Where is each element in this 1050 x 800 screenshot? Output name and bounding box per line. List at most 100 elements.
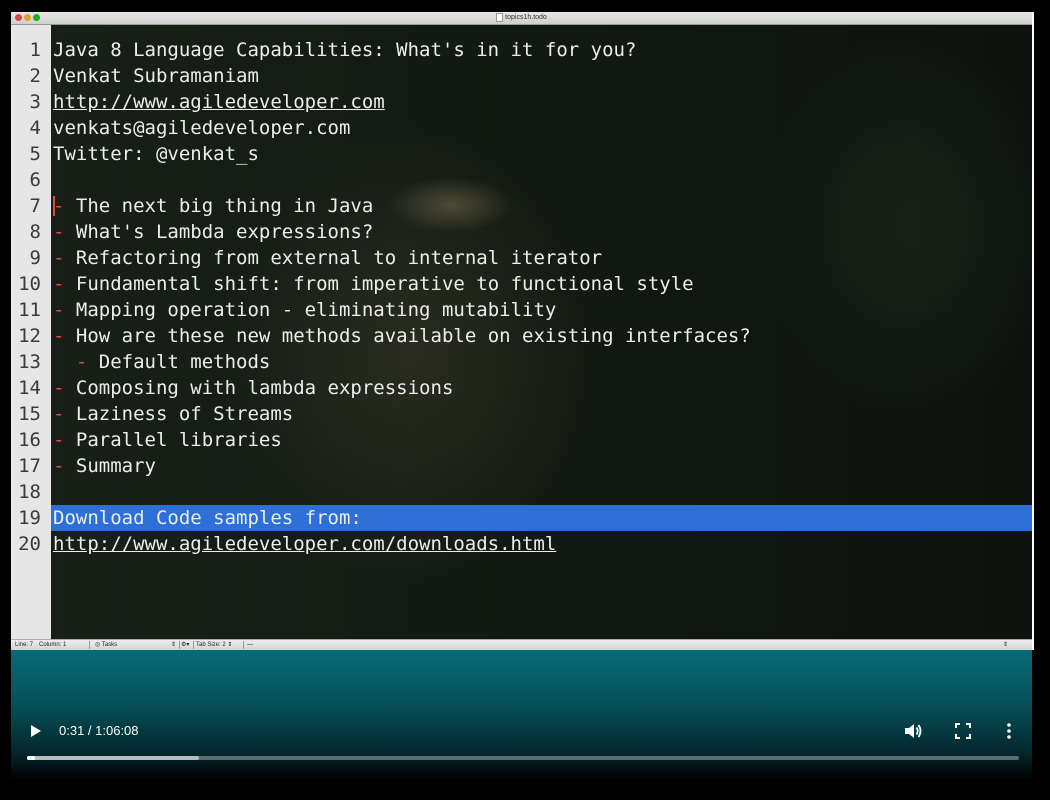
document-icon: [496, 12, 504, 22]
line-content: Fundamental shift: from imperative to fu…: [64, 273, 694, 295]
language-label: Tasks: [101, 642, 118, 648]
line-number: 20: [18, 533, 41, 555]
tab-size-value: 2: [222, 642, 226, 648]
line-number: 11: [18, 299, 41, 321]
editor-line[interactable]: 2 Venkat Subramaniam: [11, 63, 1032, 89]
window-title: topics1h.todo: [11, 12, 1032, 24]
line-content: Java 8 Language Capabilities: What's in …: [53, 39, 637, 61]
line-text: Twitter: @venkat_s: [53, 141, 259, 167]
editor-line[interactable]: 19 Download Code samples from:: [11, 505, 1032, 531]
editor-line[interactable]: 4 venkats@agiledeveloper.com: [11, 115, 1032, 141]
editor-line[interactable]: 13 - Default methods: [11, 349, 1032, 375]
line-number: 17: [18, 455, 41, 477]
line-text: - Composing with lambda expressions: [53, 375, 453, 401]
line-number: 16: [18, 429, 41, 451]
more-options-icon[interactable]: [1005, 722, 1013, 740]
gear-menu-icon[interactable]: ⚙▾: [181, 640, 189, 650]
url-link[interactable]: http://www.agiledeveloper.com: [53, 91, 385, 113]
task-bullet: -: [53, 377, 65, 399]
line-content: Parallel libraries: [64, 429, 282, 451]
editor-line[interactable]: 1 Java 8 Language Capabilities: What's in…: [11, 37, 1032, 63]
player-controls: 0:31 / 1:06:08: [11, 710, 1032, 780]
editor-line[interactable]: 14- Composing with lambda expressions: [11, 375, 1032, 401]
line-text: - Laziness of Streams: [53, 401, 293, 427]
line-content: Summary: [64, 455, 156, 477]
play-icon[interactable]: [31, 725, 41, 737]
line-number: 18: [18, 481, 41, 503]
line-text: Venkat Subramaniam: [53, 63, 259, 89]
line-text: http://www.agiledeveloper.com/downloads.…: [53, 531, 556, 557]
window-title-text: topics1h.todo: [505, 14, 547, 21]
line-content: Laziness of Streams: [64, 403, 294, 425]
language-chevron-icon[interactable]: ⇕: [171, 640, 176, 650]
line-content: Composing with lambda expressions: [64, 377, 454, 399]
editor-line[interactable]: 8- What's Lambda expressions?: [11, 219, 1032, 245]
line-number: 6: [29, 169, 41, 191]
line-number: 2: [29, 65, 41, 87]
editor-line[interactable]: 10- Fundamental shift: from imperative t…: [11, 271, 1032, 297]
language-selector[interactable]: ◎ Tasks: [95, 640, 117, 650]
text-cursor: [53, 196, 55, 216]
line-number: 9: [29, 247, 41, 269]
task-bullet: -: [53, 325, 65, 347]
line-text: - How are these new methods available on…: [53, 323, 751, 349]
line-content: What's Lambda expressions?: [64, 221, 374, 243]
time-display: 0:31 / 1:06:08: [59, 723, 139, 738]
fullscreen-icon[interactable]: [955, 723, 971, 739]
line-content: venkats@agiledeveloper.com: [53, 117, 351, 139]
editor-line[interactable]: 15- Laziness of Streams: [11, 401, 1032, 427]
task-bullet: -: [53, 429, 65, 451]
editor-line[interactable]: 11 - Mapping operation - eliminating muta…: [11, 297, 1032, 323]
editor-line[interactable]: 7 - The next big thing in Java: [11, 193, 1032, 219]
text-editor[interactable]: 1 Java 8 Language Capabilities: What's in…: [11, 25, 1032, 639]
editor-line[interactable]: 20 http://www.agiledeveloper.com/download…: [11, 531, 1032, 557]
task-bullet: -: [53, 455, 65, 477]
status-line: Line: 7: [15, 642, 34, 648]
task-bullet: -: [53, 403, 65, 425]
line-number: 12: [18, 325, 41, 347]
editor-line[interactable]: 9- Refactoring from external to internal…: [11, 245, 1032, 271]
line-text: - The next big thing in Java: [53, 193, 373, 219]
video-frame[interactable]: topics1h.todo 1 Java 8 Language Capabilit…: [0, 0, 1050, 800]
line-content: Refactoring from external to internal it…: [64, 247, 603, 269]
line-text: - Mapping operation - eliminating mutabi…: [53, 297, 556, 323]
line-content: Default methods: [87, 351, 271, 373]
window-titlebar: topics1h.todo: [11, 12, 1032, 25]
symbol-selector[interactable]: —: [247, 640, 253, 650]
task-bullet: -: [53, 247, 65, 269]
line-text: - Default methods: [53, 349, 270, 375]
line-number: 10: [18, 273, 41, 295]
task-bullet: -: [53, 273, 65, 295]
line-content: Mapping operation - eliminating mutabili…: [64, 299, 557, 321]
played-bar: [27, 756, 35, 760]
line-text: venkats@agiledeveloper.com: [53, 115, 350, 141]
editor-line[interactable]: 18: [11, 479, 1032, 505]
editor-line[interactable]: 12 - How are these new methods available …: [11, 323, 1032, 349]
tab-size-label: Tab Size:: [196, 642, 221, 648]
line-number: 5: [29, 143, 41, 165]
line-content: Download Code samples from:: [53, 507, 362, 529]
tab-size-chevron-icon: ⇕: [227, 642, 233, 648]
editor-line[interactable]: 6: [11, 167, 1032, 193]
url-link[interactable]: http://www.agiledeveloper.com/downloads.…: [53, 533, 556, 555]
editor-line[interactable]: 3 http://www.agiledeveloper.com: [11, 89, 1032, 115]
progress-bar[interactable]: [27, 756, 1019, 760]
line-number: 13: [18, 351, 41, 373]
line-number: 8: [29, 221, 41, 243]
status-divider: [243, 641, 244, 649]
settings-icon: ◎: [95, 642, 102, 648]
line-number: 14: [18, 377, 41, 399]
editor-line[interactable]: 5 Twitter: @venkat_s: [11, 141, 1032, 167]
volume-icon[interactable]: [903, 722, 923, 740]
line-text: - Summary: [53, 453, 156, 479]
buffered-bar: [27, 756, 199, 760]
tab-size-control[interactable]: Tab Size: 2 ⇕: [196, 640, 232, 650]
line-content: Venkat Subramaniam: [53, 65, 259, 87]
window-edge: [1032, 12, 1034, 650]
status-divider: [89, 641, 90, 649]
line-number: 7: [29, 195, 41, 217]
editor-line[interactable]: 17- Summary: [11, 453, 1032, 479]
status-bar: Line: 7 Column: 1 ◎ Tasks ⇕ ⚙▾ Tab Size:…: [11, 639, 1032, 650]
editor-line[interactable]: 16- Parallel libraries: [11, 427, 1032, 453]
symbol-chevron-icon[interactable]: ⇕: [1003, 640, 1008, 650]
